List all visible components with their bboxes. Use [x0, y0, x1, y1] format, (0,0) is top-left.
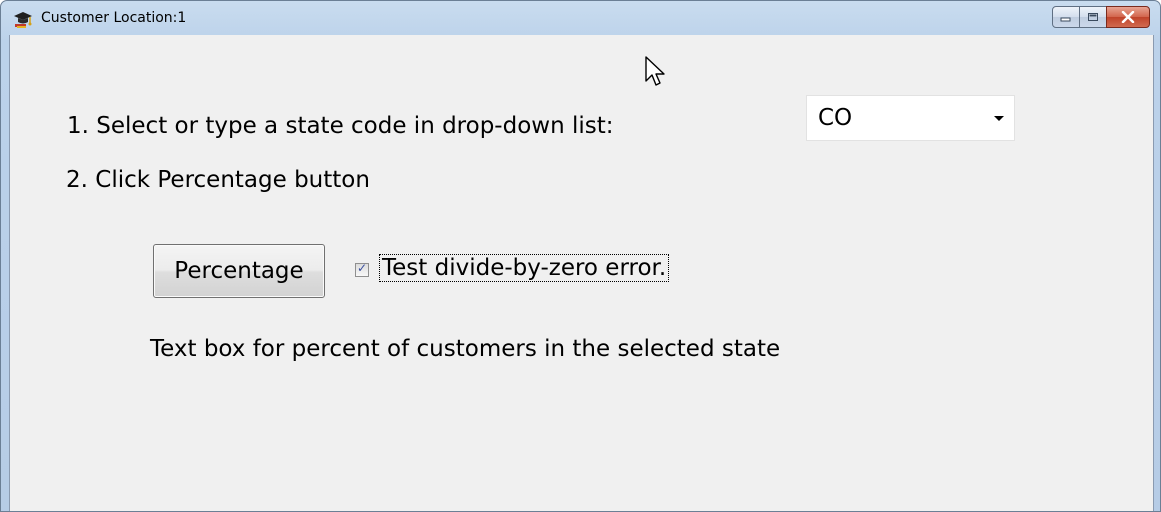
minimize-icon	[1060, 17, 1071, 22]
window-title: Customer Location:1	[41, 10, 187, 26]
instruction-step-2: 2. Click Percentage button	[66, 167, 370, 193]
dropdown-arrow-icon[interactable]	[994, 116, 1004, 121]
checkmark-icon: ✓	[357, 261, 368, 275]
app-window: Customer Location:1 1. Select or type a	[0, 0, 1161, 512]
title-bar[interactable]: Customer Location:1	[1, 1, 1160, 35]
state-code-value[interactable]: CO	[818, 105, 852, 131]
close-button[interactable]	[1106, 6, 1150, 28]
mouse-cursor-icon	[645, 56, 665, 86]
maximize-icon	[1088, 13, 1098, 21]
minimize-button[interactable]	[1052, 6, 1080, 28]
maximize-button[interactable]	[1079, 6, 1107, 28]
close-icon	[1121, 11, 1135, 23]
divide-by-zero-checkbox[interactable]: ✓	[355, 261, 369, 277]
percentage-button[interactable]: Percentage	[153, 244, 325, 298]
result-placeholder-text: Text box for percent of customers in the…	[150, 336, 781, 362]
instruction-step-1: 1. Select or type a state code in drop-d…	[67, 113, 614, 139]
graduation-cap-icon[interactable]	[13, 9, 33, 29]
client-area: 1. Select or type a state code in drop-d…	[9, 35, 1154, 511]
divide-by-zero-label[interactable]: Test divide-by-zero error.	[378, 254, 670, 282]
caption-buttons	[1052, 6, 1150, 28]
state-code-combobox[interactable]: CO	[806, 95, 1015, 141]
